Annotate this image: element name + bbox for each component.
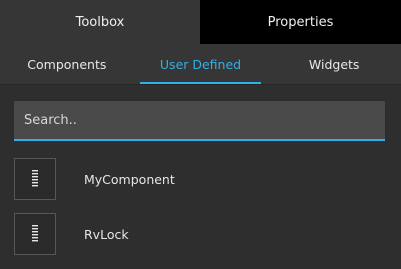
list-item[interactable]: MyComponent [14, 156, 385, 202]
sub-tab-bar: Components User Defined Widgets [0, 44, 401, 84]
tab-components[interactable]: Components [0, 44, 134, 84]
list-item-label: RvLock [84, 226, 129, 242]
list-item-label: MyComponent [84, 171, 175, 187]
tab-user-defined[interactable]: User Defined [134, 44, 268, 84]
tab-toolbox-label: Toolbox [75, 14, 125, 30]
component-icon [14, 213, 56, 255]
component-icon [14, 158, 56, 200]
list-item[interactable]: RvLock [14, 211, 385, 257]
search-input[interactable] [14, 101, 385, 141]
divider [0, 84, 401, 85]
tab-widgets-label: Widgets [308, 56, 360, 72]
tab-components-label: Components [27, 56, 107, 72]
tab-toolbox[interactable]: Toolbox [0, 0, 200, 44]
tab-widgets[interactable]: Widgets [267, 44, 401, 84]
tab-properties[interactable]: Properties [200, 0, 401, 44]
top-tab-bar: Toolbox Properties [0, 0, 401, 44]
tab-user-defined-label: User Defined [159, 56, 242, 72]
tab-properties-label: Properties [267, 14, 334, 30]
